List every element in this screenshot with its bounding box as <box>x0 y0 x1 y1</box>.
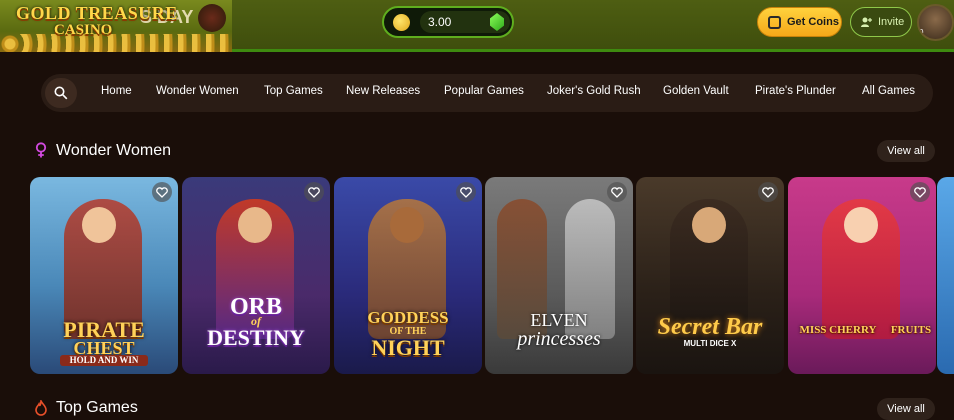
nav-item-jokers-gold-rush[interactable]: Joker's Gold Rush <box>547 85 641 97</box>
favorite-button[interactable] <box>304 182 324 202</box>
search-button[interactable] <box>45 78 77 108</box>
view-all-top-games-button[interactable]: View all <box>877 398 935 420</box>
heart-icon <box>914 187 926 198</box>
game-card-miss-cherry-fruits[interactable]: MISS CHERRY FRUITS <box>788 177 936 374</box>
game-title-line2: FRUITS <box>890 324 932 336</box>
game-title-line1: GODDESS <box>367 308 449 327</box>
nav-item-home[interactable]: Home <box>101 85 132 97</box>
game-title-line2: princesses <box>517 328 601 350</box>
nav-item-wonder-women[interactable]: Wonder Women <box>156 85 239 97</box>
view-all-wonder-women-button[interactable]: View all <box>877 140 935 162</box>
game-subtitle: DESTINY <box>207 325 305 350</box>
balance-widget[interactable]: 3.00 <box>382 6 514 38</box>
category-nav: Home Wonder Women Top Games New Releases… <box>41 74 933 112</box>
nav-item-top-games[interactable]: Top Games <box>264 85 323 97</box>
heart-icon <box>308 187 320 198</box>
favorite-button[interactable] <box>607 182 627 202</box>
top-header: S DAY GOLD TREASURE CASINO 3.00 Get Coin… <box>0 0 954 52</box>
favorite-button[interactable] <box>456 182 476 202</box>
heart-icon <box>460 187 472 198</box>
invite-button[interactable]: Invite <box>850 7 912 37</box>
casino-logo[interactable]: S DAY GOLD TREASURE CASINO <box>0 0 232 52</box>
game-card-orb-of-destiny[interactable]: ORB of DESTINY <box>182 177 330 374</box>
get-coins-label: Get Coins <box>787 16 839 28</box>
game-title-line1: MISS CHERRY <box>799 324 877 336</box>
nav-item-pirates-plunder[interactable]: Pirate's Plunder <box>755 85 836 97</box>
game-card-partial[interactable] <box>937 177 954 374</box>
nav-item-popular-games[interactable]: Popular Games <box>444 85 524 97</box>
game-art-head <box>238 207 272 243</box>
game-card-secret-bar[interactable]: Secret Bar MULTI DICE X <box>636 177 784 374</box>
nav-item-all-games[interactable]: All Games <box>862 85 915 97</box>
favorite-button[interactable] <box>910 182 930 202</box>
section-title-wonder-women: Wonder Women <box>56 142 172 159</box>
logo-title: GOLD TREASURE <box>16 3 178 23</box>
game-art-head <box>82 207 116 243</box>
game-art-head <box>692 207 726 243</box>
banner-decoration <box>198 4 226 32</box>
heart-icon <box>611 187 623 198</box>
gold-coin-icon <box>393 14 410 31</box>
game-card-goddess-of-the-night[interactable]: GODDESS OF THE NIGHT <box>334 177 482 374</box>
coins-stack-icon <box>768 16 781 29</box>
game-title-line1: Secret Bar <box>657 314 763 340</box>
female-symbol-icon <box>35 142 47 158</box>
avatar-badge: 0 <box>919 28 924 37</box>
game-card-elven-princesses[interactable]: ELVEN princesses <box>485 177 633 374</box>
nav-item-new-releases[interactable]: New Releases <box>346 85 420 97</box>
section-title-top-games: Top Games <box>56 399 138 416</box>
favorite-button[interactable] <box>758 182 778 202</box>
game-card-pirate-chest[interactable]: PIRATE CHEST HOLD AND WIN <box>30 177 178 374</box>
coin-pile-decoration <box>0 34 232 52</box>
avatar[interactable]: 0 <box>917 4 954 41</box>
search-icon <box>54 86 68 100</box>
flame-icon <box>35 400 47 416</box>
heart-icon <box>156 187 168 198</box>
nav-item-golden-vault[interactable]: Golden Vault <box>663 85 729 97</box>
heart-icon <box>762 187 774 198</box>
game-subtitle: HOLD AND WIN <box>60 355 148 366</box>
game-subtitle: NIGHT <box>371 335 445 360</box>
favorite-button[interactable] <box>152 182 172 202</box>
add-user-icon <box>861 17 872 27</box>
logo-subtitle: CASINO <box>54 22 113 38</box>
game-art-head <box>844 207 878 243</box>
game-title-line2: MULTI DICE X <box>683 339 737 348</box>
invite-label: Invite <box>878 16 905 28</box>
get-coins-button[interactable]: Get Coins <box>757 7 842 37</box>
game-art-head <box>390 207 424 243</box>
game-title-line1: ELVEN <box>530 310 588 330</box>
